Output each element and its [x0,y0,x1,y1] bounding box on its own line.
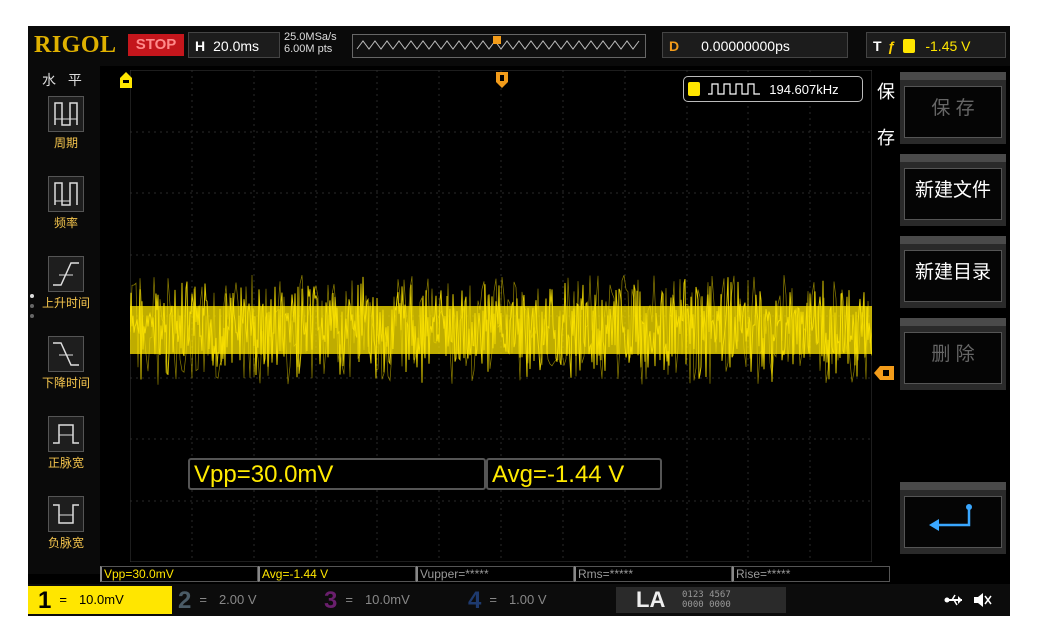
channel-4-tab[interactable]: 4 = 1.00 V [468,586,608,614]
memory-waveform-icon [356,36,640,50]
run-stop-indicator[interactable]: STOP [128,34,184,56]
page-indicator-dot [30,304,34,308]
fall-time-icon [48,336,84,372]
measure-frequency[interactable]: 频率 [36,176,96,231]
measure-positive-width[interactable]: 正脉宽 [36,416,96,471]
measurement-avg-large[interactable]: Avg=-1.44 V [486,458,662,490]
acquisition-info: 25.0MSa/s 6.00M pts [284,31,337,55]
logic-bits-display: 0123 4567 0000 0000 [682,590,731,610]
trigger-readout[interactable]: Tƒ -1.45 V [866,32,1006,58]
delay-readout[interactable]: D 0.00000000ps [662,32,848,58]
timebase-readout[interactable]: H 20.0ms [188,32,280,58]
oscilloscope-screen: RIGOL STOP H 20.0ms 25.0MSa/s 6.00M pts D… [28,26,1010,616]
page-indicator-dot [30,314,34,318]
trigger-key: T [873,38,882,54]
channel-2-scale: 2.00 V [218,592,257,607]
logic-analyzer-tab[interactable]: LA 0123 4567 0000 0000 [616,587,786,613]
trigger-source-chip [903,39,916,53]
save-menu-title: 保 存 [877,82,895,148]
measure-negative-width[interactable]: 负脉宽 [36,496,96,551]
frequency-counter: 194.607kHz [683,76,863,102]
measure-menu: 水 平 周期 频率 上升时间 下降时间 正脉宽 负脉宽 [28,66,100,574]
page-indicator-dot [30,294,34,298]
status-bar: RIGOL STOP H 20.0ms 25.0MSa/s 6.00M pts D… [28,26,1010,66]
channel-3-tab[interactable]: 3 = 10.0mV [324,586,464,614]
delay-key: D [669,38,680,54]
measurement-vpp-large[interactable]: Vpp=30.0mV [188,458,486,490]
measure-period[interactable]: 周期 [36,96,96,151]
new-file-button[interactable]: 新建文件 [900,154,1006,226]
square-wave-icon [707,83,760,95]
save-button[interactable]: 保 存 [900,72,1006,144]
trigger-level: -1.45 V [925,38,971,54]
return-button[interactable] [900,482,1006,554]
frequency-value: 194.607kHz [769,82,839,97]
coupling-dc-icon: = [345,592,353,607]
coupling-dc-icon: = [59,592,67,607]
horizontal-key: H [195,38,206,54]
trigger-position-icon[interactable] [496,72,508,88]
memory-depth: 6.00M pts [284,43,333,55]
usb-icon [944,594,962,606]
measurement-rise[interactable]: Rise=***** [732,566,890,582]
channel-bar: 1 = 10.0mV 2 = 2.00 V 3 = 10.0mV 4 = 1.00 V LA 0… [28,584,1010,616]
measurement-bar: Vpp=30.0mV Avg=-1.44 V Vupper=***** Rms=… [100,566,890,582]
measure-fall-time[interactable]: 下降时间 [36,336,96,391]
delete-button[interactable]: 删 除 [900,318,1006,390]
measurement-vupper[interactable]: Vupper=***** [416,566,574,582]
negative-width-icon [48,496,84,532]
period-icon [48,96,84,132]
positive-width-icon [48,416,84,452]
new-folder-button[interactable]: 新建目录 [900,236,1006,308]
delay-value: 0.00000000ps [701,38,790,54]
rise-time-icon [48,256,84,292]
measurement-avg[interactable]: Avg=-1.44 V [258,566,416,582]
horizontal-marker-icon[interactable] [120,72,132,88]
memory-overview-bar[interactable] [352,34,646,58]
rising-edge-icon: ƒ [887,38,896,54]
speaker-mute-icon[interactable] [972,590,992,610]
coupling-dc-icon: = [199,592,207,607]
channel-4-scale: 1.00 V [508,592,547,607]
channel-1-tab[interactable]: 1 = 10.0mV [28,586,172,614]
frequency-icon [48,176,84,212]
channel-1-chip [688,82,700,96]
measure-rise-time[interactable]: 上升时间 [36,256,96,311]
measurement-rms[interactable]: Rms=***** [574,566,732,582]
return-icon [929,504,972,531]
coupling-dc-icon: = [489,592,497,607]
channel-2-tab[interactable]: 2 = 2.00 V [178,586,314,614]
channel-3-scale: 10.0mV [364,592,410,607]
brand-logo: RIGOL [34,32,117,58]
save-menu: 保 存 保 存 新建文件 新建目录 删 除 [874,66,1010,574]
measurement-vpp[interactable]: Vpp=30.0mV [100,566,258,582]
sample-rate: 25.0MSa/s [284,31,337,43]
timebase-value: 20.0ms [213,38,260,54]
measure-menu-title: 水 平 [42,72,86,88]
channel-1-scale: 10.0mV [78,592,124,607]
